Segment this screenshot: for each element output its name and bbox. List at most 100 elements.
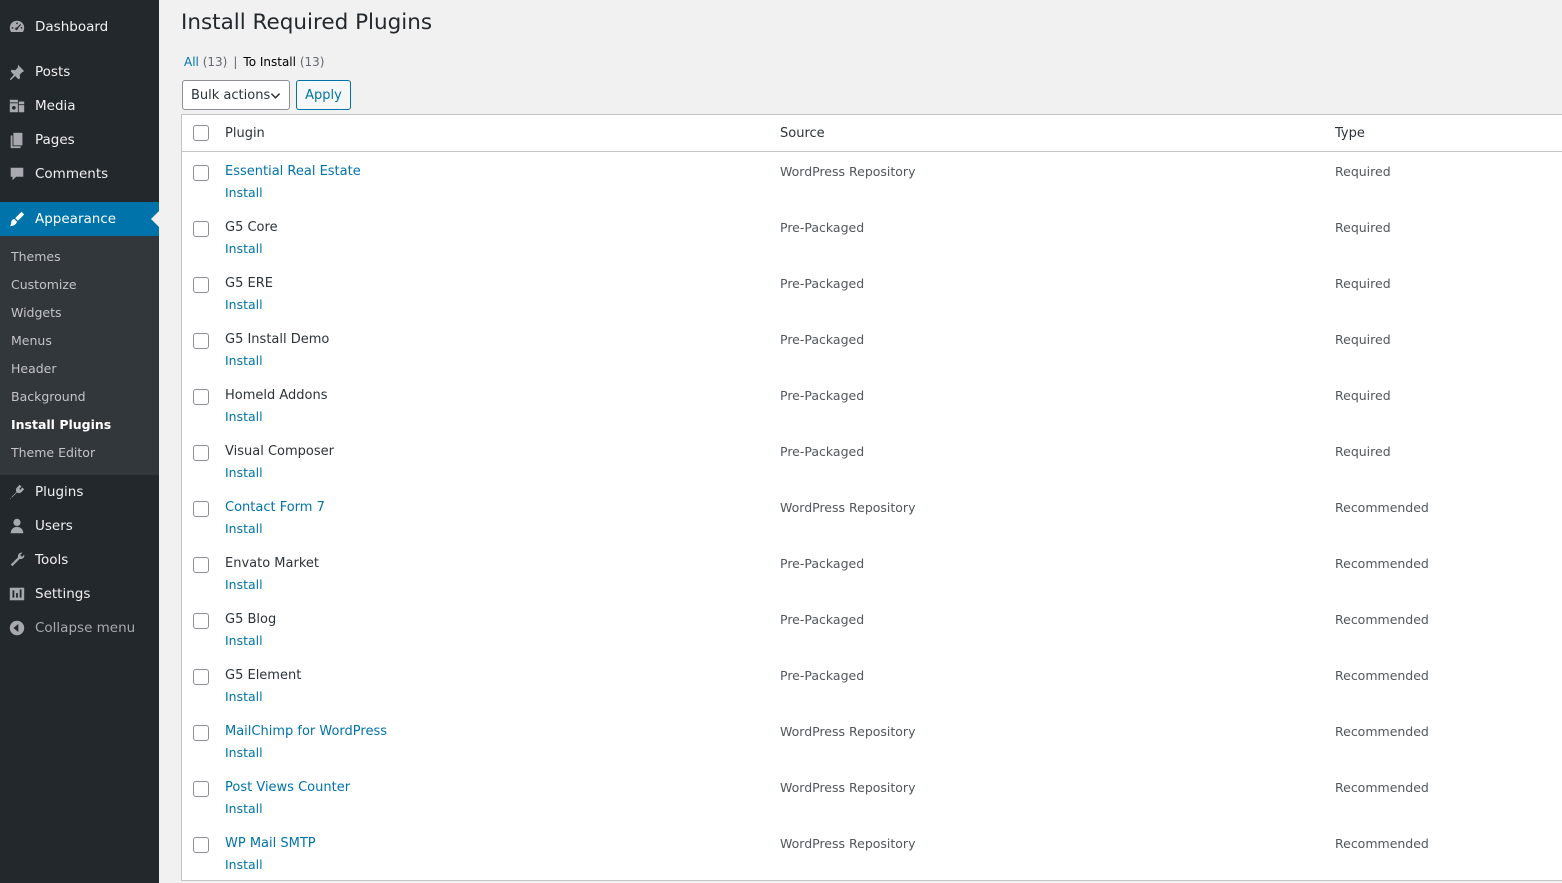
bulk-actions-select[interactable]: Bulk actions: [182, 80, 290, 110]
install-link[interactable]: Install: [225, 185, 263, 200]
table-row: G5 Blog Install Pre-Packaged Recommended: [182, 601, 1562, 657]
menu-label: Settings: [35, 586, 91, 602]
column-header-plugin[interactable]: Plugin: [225, 126, 265, 141]
bulk-actions-label: Bulk actions: [191, 87, 271, 103]
row-checkbox[interactable]: [193, 221, 209, 237]
collapse-menu-button[interactable]: Collapse menu: [0, 611, 159, 645]
pages-icon: [0, 123, 34, 157]
appearance-submenu: Themes Customize Widgets Menus Header Ba…: [0, 236, 159, 475]
filter-all-link[interactable]: All (13): [184, 55, 227, 69]
page-title: Install Required Plugins: [181, 10, 433, 35]
submenu-customize[interactable]: Customize: [11, 277, 77, 293]
install-link[interactable]: Install: [225, 465, 263, 480]
menu-item-plugins[interactable]: Plugins: [0, 475, 159, 509]
pushpin-icon: [0, 55, 34, 89]
row-checkbox[interactable]: [193, 501, 209, 517]
settings-icon: [0, 577, 34, 611]
row-checkbox[interactable]: [193, 781, 209, 797]
plugin-source: Pre-Packaged: [780, 444, 865, 459]
row-checkbox[interactable]: [193, 389, 209, 405]
menu-label: Media: [35, 98, 76, 114]
plugin-source: WordPress Repository: [780, 500, 916, 515]
menu-item-media[interactable]: Media: [0, 89, 159, 123]
row-checkbox[interactable]: [193, 725, 209, 741]
install-link[interactable]: Install: [225, 577, 263, 592]
install-link[interactable]: Install: [225, 689, 263, 704]
plugin-type: Required: [1335, 388, 1391, 403]
submenu-widgets[interactable]: Widgets: [11, 305, 62, 321]
submenu-themes[interactable]: Themes: [11, 249, 61, 265]
menu-label: Dashboard: [35, 19, 109, 35]
apply-button[interactable]: Apply: [296, 80, 351, 110]
plugin-source: Pre-Packaged: [780, 388, 865, 403]
paintbrush-icon: [0, 202, 34, 236]
table-row: G5 Install Demo Install Pre-Packaged Requir…: [182, 321, 1562, 377]
install-link[interactable]: Install: [225, 801, 263, 816]
row-checkbox[interactable]: [193, 613, 209, 629]
user-icon: [0, 509, 34, 543]
row-checkbox[interactable]: [193, 277, 209, 293]
row-checkbox[interactable]: [193, 557, 209, 573]
plugin-name: Homeld Addons: [225, 388, 328, 403]
install-link[interactable]: Install: [225, 633, 263, 648]
row-checkbox[interactable]: [193, 445, 209, 461]
row-checkbox[interactable]: [193, 333, 209, 349]
filter-all-count: (13): [202, 55, 228, 69]
filter-separator: |: [233, 55, 238, 69]
menu-item-pages[interactable]: Pages: [0, 123, 159, 157]
install-link[interactable]: Install: [225, 353, 263, 368]
main-content: Install Required Plugins All (13) | To Ins…: [159, 0, 1562, 883]
filter-to-install-link[interactable]: To Install (13): [243, 55, 324, 69]
submenu-header[interactable]: Header: [11, 361, 57, 377]
plugin-source: WordPress Repository: [780, 164, 916, 179]
menu-label: Comments: [35, 166, 109, 182]
install-link[interactable]: Install: [225, 409, 263, 424]
plugin-source: Pre-Packaged: [780, 556, 865, 571]
menu-label: Users: [35, 518, 73, 534]
collapse-icon: [0, 611, 34, 645]
row-checkbox[interactable]: [193, 837, 209, 853]
menu-item-dashboard[interactable]: Dashboard: [0, 10, 159, 44]
install-link[interactable]: Install: [225, 297, 263, 312]
chevron-down-icon: [270, 93, 281, 99]
plugin-icon: [0, 475, 34, 509]
table-row: Post Views Counter Install WordPress Repos…: [182, 769, 1562, 825]
submenu-install-plugins[interactable]: Install Plugins: [11, 417, 111, 433]
table-row: Contact Form 7 Install WordPress Repositor…: [182, 489, 1562, 545]
install-link[interactable]: Install: [225, 241, 263, 256]
row-checkbox[interactable]: [193, 165, 209, 181]
submenu-theme-editor[interactable]: Theme Editor: [11, 445, 95, 461]
submenu-background[interactable]: Background: [11, 389, 86, 405]
select-all-checkbox[interactable]: [193, 125, 209, 141]
plugin-type: Recommended: [1335, 780, 1429, 795]
menu-item-comments[interactable]: Comments: [0, 157, 159, 191]
menu-label: Pages: [35, 132, 75, 148]
plugins-table: Plugin Source Type Essential Real Estate…: [181, 114, 1562, 881]
plugin-source: Pre-Packaged: [780, 612, 865, 627]
menu-label: Appearance: [35, 211, 117, 227]
install-link[interactable]: Install: [225, 745, 263, 760]
plugin-name-link[interactable]: Essential Real Estate: [225, 164, 361, 179]
install-link[interactable]: Install: [225, 521, 263, 536]
table-row: Essential Real Estate Install WordPress Re…: [182, 153, 1562, 209]
install-link[interactable]: Install: [225, 857, 263, 872]
submenu-menus[interactable]: Menus: [11, 333, 52, 349]
plugin-type: Required: [1335, 276, 1391, 291]
table-header: Plugin Source Type: [182, 115, 1562, 152]
plugin-name-link[interactable]: Post Views Counter: [225, 780, 350, 795]
column-header-source: Source: [780, 126, 825, 141]
menu-item-settings[interactable]: Settings: [0, 577, 159, 611]
plugin-name-link[interactable]: WP Mail SMTP: [225, 836, 316, 851]
plugin-type: Required: [1335, 220, 1391, 235]
menu-item-tools[interactable]: Tools: [0, 543, 159, 577]
menu-item-posts[interactable]: Posts: [0, 55, 159, 89]
plugin-name: G5 Install Demo: [225, 332, 330, 347]
plugin-name-link[interactable]: MailChimp for WordPress: [225, 724, 387, 739]
row-checkbox[interactable]: [193, 669, 209, 685]
filter-to-install-count: (13): [299, 55, 325, 69]
menu-item-appearance[interactable]: Appearance: [0, 202, 159, 236]
plugin-name-link[interactable]: Contact Form 7: [225, 500, 325, 515]
plugin-source: Pre-Packaged: [780, 276, 865, 291]
menu-item-users[interactable]: Users: [0, 509, 159, 543]
plugin-type: Required: [1335, 444, 1391, 459]
